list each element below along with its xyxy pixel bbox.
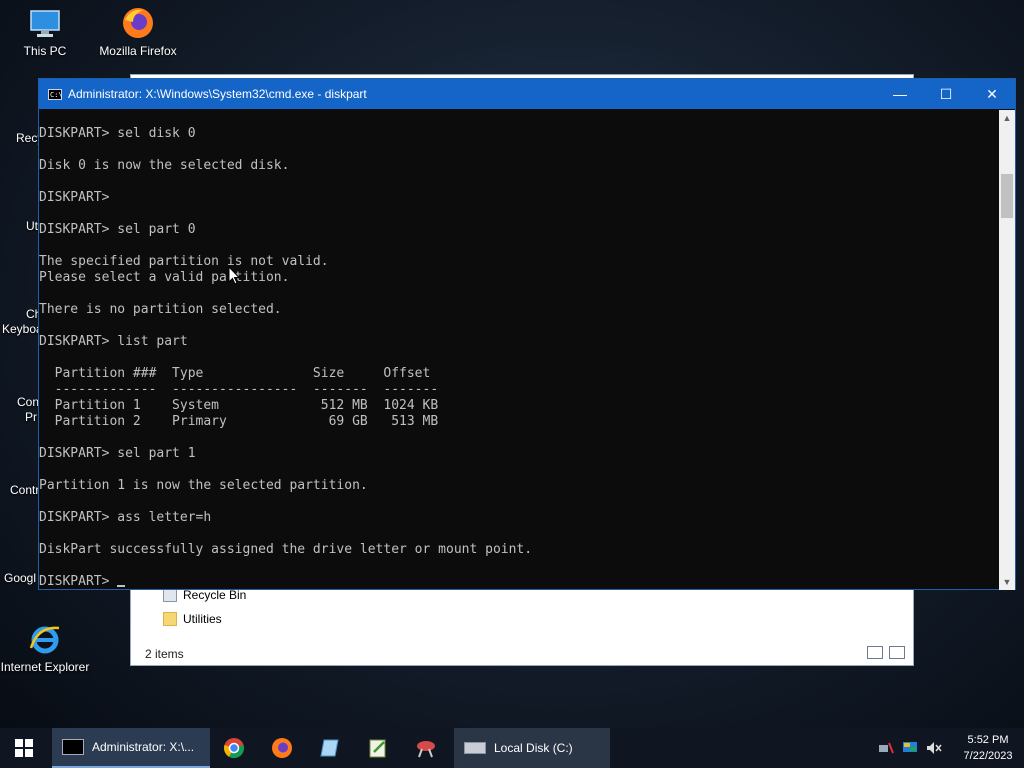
recycle-bin-icon [163, 588, 177, 602]
console-line: DISKPART> sel disk 0 [39, 126, 196, 141]
details-view-icon[interactable] [867, 646, 883, 659]
status-bar-text: 2 items [145, 647, 184, 661]
chrome-icon [224, 738, 244, 759]
taskbar-pin-chrome[interactable] [210, 728, 258, 768]
maximize-button[interactable]: ☐ [923, 79, 969, 109]
system-tray: 5:52 PM 7/22/2023 [874, 728, 1024, 768]
minimize-button[interactable]: — [877, 79, 923, 109]
console-prompt: DISKPART> [39, 574, 118, 589]
internet-explorer-icon [29, 626, 60, 654]
this-pc-icon [30, 10, 60, 37]
folder-icon [163, 612, 177, 626]
console-line: DISKPART> sel part 0 [39, 222, 196, 237]
display-icon[interactable] [900, 738, 920, 758]
cmd-icon [62, 739, 84, 755]
taskbar-item-local-disk[interactable]: Local Disk (C:) [454, 728, 610, 768]
clock[interactable]: 5:52 PM 7/22/2023 [952, 732, 1024, 764]
console-line: The specified partition is not valid. [39, 254, 329, 269]
console-line: DiskPart successfully assigned the drive… [39, 542, 533, 557]
large-icons-view-icon[interactable] [889, 646, 905, 659]
console-line: Partition 1 System 512 MB 1024 KB [39, 398, 439, 413]
console-output[interactable]: DISKPART> sel disk 0 Disk 0 is now the se… [39, 110, 1000, 590]
console-line: Partition ### Type Size Offset [39, 366, 431, 381]
taskbar-item-cmd[interactable]: Administrator: X:\... [52, 728, 210, 768]
desktop-partial-label[interactable]: Keyboa [2, 322, 43, 336]
desktop-partial-label[interactable]: Con [17, 395, 39, 409]
taskbar-pin-firefox[interactable] [258, 728, 306, 768]
console-line: DISKPART> [39, 190, 110, 205]
clock-time: 5:52 PM [967, 734, 1009, 746]
console-line: Partition 2 Primary 69 GB 513 MB [39, 414, 439, 429]
taskbar-pin-tool[interactable] [402, 728, 450, 768]
vertical-scrollbar[interactable]: ▲ ▼ [999, 110, 1015, 590]
console-line: Please select a valid partition. [39, 270, 290, 285]
tool-icon [417, 741, 435, 758]
taskbar-item-label: Local Disk (C:) [494, 741, 573, 755]
desktop-partial-label[interactable]: Pr [25, 410, 37, 424]
notepad-icon [320, 739, 339, 757]
console-line: Partition 1 is now the selected partitio… [39, 478, 368, 493]
desktop-partial-label[interactable]: Ut [26, 219, 38, 233]
view-toggle [867, 646, 905, 659]
desktop-partial-label[interactable]: Googl [4, 571, 36, 585]
window-title: Administrator: X:\Windows\System32\cmd.e… [68, 87, 367, 101]
cmd-icon: C:\ [48, 88, 63, 100]
firefox-icon [123, 8, 153, 38]
firefox-icon [272, 738, 292, 758]
item-label: Recycle Bin [183, 588, 247, 602]
windows-logo-icon [15, 739, 33, 757]
edit-icon [369, 739, 386, 758]
console-line: There is no partition selected. [39, 302, 282, 317]
desktop-icon-firefox[interactable]: Mozilla Firefox [93, 6, 183, 58]
cmd-window[interactable]: C:\ Administrator: X:\Windows\System32\c… [38, 78, 1016, 590]
mouse-pointer-icon [228, 266, 240, 285]
console-prompt-line[interactable]: DISKPART> [39, 574, 1000, 590]
start-button[interactable] [0, 728, 48, 768]
scroll-down-icon[interactable]: ▼ [999, 574, 1015, 590]
desktop-icon-label: Internet Explorer [0, 660, 90, 674]
scroll-thumb[interactable] [1001, 174, 1013, 218]
desktop-icon-this-pc[interactable]: This PC [0, 8, 90, 58]
console-line: DISKPART> ass letter=h [39, 510, 212, 525]
text-cursor [117, 585, 126, 587]
desktop-partial-label[interactable]: Contr [10, 483, 39, 497]
taskbar: Administrator: X:\... Local Disk (C:) 5:… [0, 728, 1024, 768]
cmd-titlebar[interactable]: C:\ Administrator: X:\Windows\System32\c… [39, 79, 1015, 109]
volume-muted-icon[interactable] [924, 738, 944, 758]
console-line: ------------- ---------------- ------- -… [39, 382, 439, 397]
close-button[interactable]: ✕ [969, 79, 1015, 109]
console-line: DISKPART> sel part 1 [39, 446, 196, 461]
taskbar-pin-notepad[interactable] [306, 728, 354, 768]
taskbar-item-label: Administrator: X:\... [92, 740, 195, 754]
console-line: Disk 0 is now the selected disk. [39, 158, 290, 173]
scroll-up-icon[interactable]: ▲ [999, 110, 1015, 126]
network-icon[interactable] [876, 738, 896, 758]
desktop-icon-internet-explorer[interactable]: Internet Explorer [0, 622, 90, 674]
desktop-icon-label: Mozilla Firefox [99, 44, 177, 58]
clock-date: 7/22/2023 [963, 750, 1013, 762]
list-item[interactable]: Utilities [163, 609, 222, 629]
drive-icon [464, 742, 486, 754]
console-line: DISKPART> list part [39, 334, 188, 349]
item-label: Utilities [183, 612, 222, 626]
taskbar-pin-edit[interactable] [354, 728, 402, 768]
desktop-icon-label: This PC [23, 44, 67, 58]
